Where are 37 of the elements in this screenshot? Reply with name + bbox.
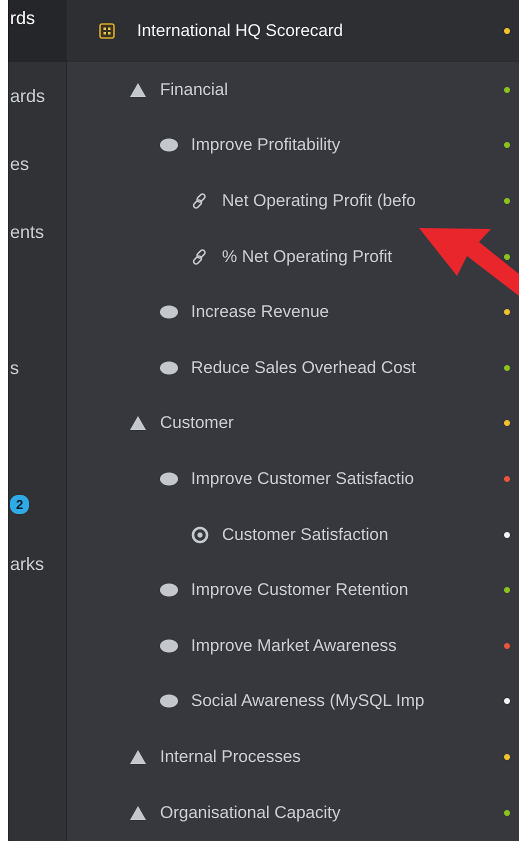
sidebar-item[interactable]: s: [8, 334, 66, 402]
triangle-icon: [129, 415, 147, 432]
triangle-icon: [129, 804, 147, 821]
ellipse-icon: [160, 583, 178, 598]
scorecard-icon: [98, 22, 116, 38]
sidebar-item[interactable]: ards: [8, 62, 66, 130]
tree-label[interactable]: Customer: [160, 413, 234, 434]
ellipse-icon: [160, 694, 178, 708]
tree-label[interactable]: Increase Revenue: [191, 302, 329, 322]
scorecard-title: International HQ Scorecard: [137, 20, 344, 40]
tree-label[interactable]: Improve Customer Retention: [191, 580, 408, 600]
scorecard-header[interactable]: International HQ Scorecard: [67, 0, 519, 62]
tree-label[interactable]: Improve Profitability: [191, 135, 340, 156]
tree-label[interactable]: % Net Operating Profit: [222, 246, 392, 267]
tree-label[interactable]: Organisational Capacity: [160, 802, 340, 823]
ellipse-icon: [160, 638, 178, 653]
tree-label[interactable]: Net Operating Profit (befo: [222, 190, 416, 211]
triangle-icon: [129, 82, 147, 98]
target-icon: [191, 526, 209, 544]
tree-label[interactable]: Internal Processes: [160, 746, 301, 767]
tree-label[interactable]: Reduce Sales Overhead Cost: [191, 358, 416, 378]
tree-label[interactable]: Improve Customer Satisfactio: [191, 468, 414, 489]
tree-label[interactable]: Improve Market Awareness: [191, 636, 397, 656]
tree-label[interactable]: Social Awareness (MySQL Imp: [191, 691, 424, 712]
sidebar-item[interactable]: arks: [8, 538, 66, 590]
ellipse-icon: [160, 138, 178, 152]
ellipse-icon: [160, 472, 178, 486]
ellipse-icon: [160, 360, 178, 375]
triangle-icon: [129, 748, 147, 765]
sidebar-item[interactable]: 2: [8, 484, 66, 524]
count-badge: 2: [10, 494, 30, 514]
ellipse-icon: [160, 305, 178, 320]
tree-label[interactable]: Customer Satisfaction: [222, 524, 388, 545]
sidebar-item[interactable]: es: [8, 130, 66, 198]
sidebar-item[interactable]: rds: [8, 0, 66, 62]
tree-label[interactable]: Financial: [160, 80, 228, 100]
sidebar-item[interactable]: ents: [8, 198, 66, 266]
